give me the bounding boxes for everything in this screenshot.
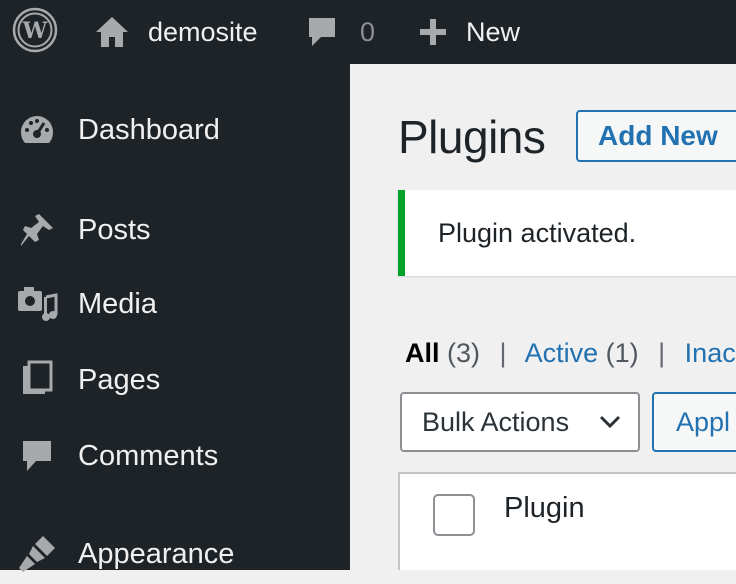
- filter-inactive[interactable]: Inac: [685, 338, 736, 368]
- sidebar-item-label: Dashboard: [78, 113, 220, 146]
- success-notice: Plugin activated.: [398, 190, 736, 276]
- admin-sidebar: Dashboard Posts Media Pages Comments App…: [0, 64, 350, 572]
- new-content-button[interactable]: New: [418, 0, 520, 64]
- filter-separator: |: [499, 338, 507, 368]
- add-new-button[interactable]: Add New: [576, 110, 736, 162]
- wordpress-logo-button[interactable]: W: [12, 0, 58, 64]
- bulk-actions-value: Bulk Actions: [422, 406, 570, 437]
- paintbrush-icon: [16, 533, 58, 575]
- plugins-table: Plugin: [398, 472, 736, 570]
- sidebar-item-appearance[interactable]: Appearance: [0, 524, 350, 584]
- dashboard-gauge-icon: [16, 109, 58, 151]
- pages-icon: [16, 359, 58, 401]
- site-name-link[interactable]: demosite: [94, 0, 258, 64]
- site-name: demosite: [148, 16, 258, 47]
- comment-bubble-icon: [306, 15, 338, 49]
- filter-separator: |: [658, 338, 666, 368]
- filter-active[interactable]: Active: [525, 338, 599, 368]
- sidebar-item-pages[interactable]: Pages: [0, 350, 350, 410]
- media-camera-music-icon: [16, 283, 58, 325]
- page-title: Plugins: [398, 111, 546, 163]
- sidebar-item-dashboard[interactable]: Dashboard: [0, 100, 350, 160]
- comments-count: 0: [360, 16, 376, 47]
- wordpress-logo-icon: W: [12, 7, 58, 58]
- sidebar-item-label: Pages: [78, 363, 161, 396]
- svg-text:W: W: [22, 18, 48, 44]
- notice-message: Plugin activated.: [438, 217, 637, 248]
- sidebar-item-label: Media: [78, 287, 157, 320]
- select-all-checkbox[interactable]: [433, 494, 475, 536]
- filter-all-count: (3): [447, 338, 481, 368]
- sidebar-item-media[interactable]: Media: [0, 274, 350, 334]
- comment-bubble-icon: [16, 435, 58, 477]
- sidebar-item-label: Comments: [78, 439, 219, 472]
- sidebar-item-comments[interactable]: Comments: [0, 426, 350, 486]
- sidebar-item-label: Posts: [78, 213, 151, 246]
- sidebar-item-label: Appearance: [78, 537, 235, 570]
- column-header-plugin[interactable]: Plugin: [504, 492, 585, 525]
- status-filter-links: All (3) | Active (1) | Inac: [405, 338, 736, 369]
- main-content: Plugins Add New Plugin activated. All (3…: [350, 64, 736, 570]
- new-label: New: [466, 16, 521, 47]
- filter-all[interactable]: All: [405, 338, 440, 368]
- home-icon: [94, 15, 130, 49]
- admin-bar: W demosite 0 New: [0, 0, 736, 64]
- pushpin-icon: [16, 209, 58, 251]
- comments-link[interactable]: 0: [306, 0, 375, 64]
- plus-icon: [418, 17, 448, 47]
- chevron-down-icon: [598, 414, 622, 435]
- filter-active-count: (1): [605, 338, 639, 368]
- apply-button[interactable]: Appl: [652, 392, 736, 452]
- sidebar-item-posts[interactable]: Posts: [0, 200, 350, 260]
- bulk-actions-select[interactable]: Bulk Actions: [400, 392, 640, 452]
